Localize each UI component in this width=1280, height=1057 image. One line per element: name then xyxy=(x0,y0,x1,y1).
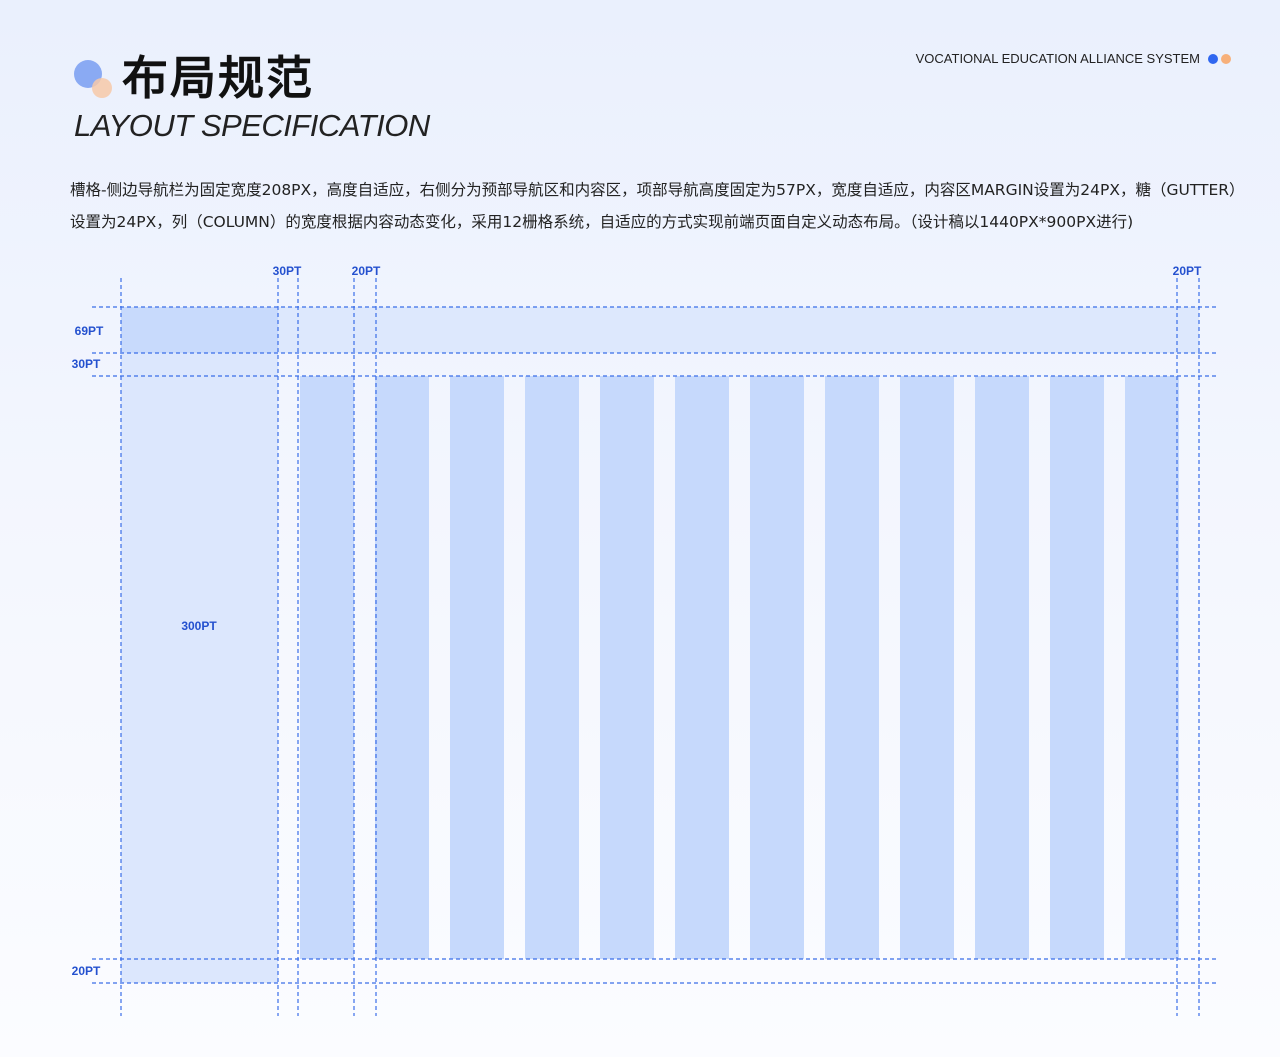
top-navigation-area xyxy=(278,307,1199,353)
side-label-69pt: 69PT xyxy=(75,324,104,338)
top-label-20pt-right: 20PT xyxy=(1173,264,1202,278)
grid-columns xyxy=(300,376,1179,959)
grid-column-1 xyxy=(300,376,354,959)
grid-column-7 xyxy=(750,376,804,959)
sidebar-header-area xyxy=(121,307,278,353)
grid-column-3 xyxy=(450,376,504,959)
grid-column-5 xyxy=(600,376,654,959)
grid-fills xyxy=(121,307,1199,983)
grid-column-8 xyxy=(825,376,879,959)
grid-column-10 xyxy=(975,376,1029,959)
grid-column-9 xyxy=(900,376,954,959)
grid-column-12 xyxy=(1125,376,1179,959)
grid-column-4 xyxy=(525,376,579,959)
side-label-30pt: 30PT xyxy=(72,357,101,371)
side-label-20pt: 20PT xyxy=(72,964,101,978)
layout-grid-diagram: 30PT 20PT 20PT 69PT 30PT 20PT 300PT xyxy=(0,0,1280,1057)
layout-grid-svg: 30PT 20PT 20PT 69PT 30PT 20PT 300PT xyxy=(72,264,1218,1016)
top-label-30pt: 30PT xyxy=(273,264,302,278)
sidebar-width-label: 300PT xyxy=(181,619,217,633)
sidebar-area xyxy=(121,307,278,983)
grid-column-11 xyxy=(1050,376,1104,959)
grid-column-2 xyxy=(375,376,429,959)
grid-column-6 xyxy=(675,376,729,959)
top-label-20pt-left: 20PT xyxy=(352,264,381,278)
